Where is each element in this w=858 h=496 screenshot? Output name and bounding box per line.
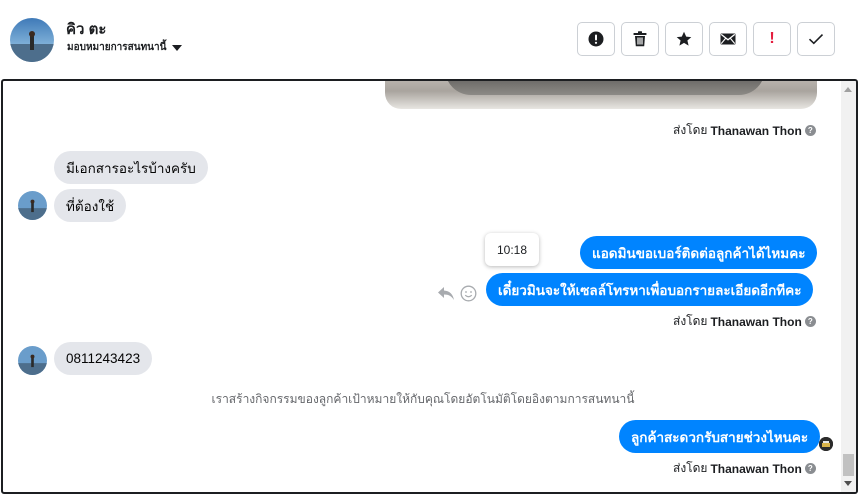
sent-by-label: ส่งโดย Thanawan Thon ?: [673, 459, 816, 478]
contact-avatar-small: [18, 191, 47, 220]
incoming-message[interactable]: ที่ต้องใช้: [54, 189, 127, 222]
outgoing-message[interactable]: เดี๋ยวมินจะให้เซลล์โทรหาเพื่อบอกรายละเอี…: [486, 273, 814, 306]
help-icon[interactable]: ?: [804, 125, 816, 136]
help-icon[interactable]: ?: [804, 463, 816, 474]
message-thread[interactable]: ส่งโดย Thanawan Thon ? มีเอกสารอะไรบ้างค…: [1, 79, 858, 494]
assign-conversation-label: มอบหมายการสนทนานี้: [67, 42, 167, 53]
envelope-icon: [720, 33, 736, 45]
contact-name: คิว ตะ: [66, 21, 107, 38]
star-button[interactable]: [665, 22, 703, 56]
outgoing-message[interactable]: ลูกค้าสะดวกรับสายช่วงไหนคะ: [619, 420, 821, 453]
help-icon[interactable]: ?: [804, 316, 816, 327]
image-attachment[interactable]: [385, 81, 817, 109]
thread-scrollbar[interactable]: [841, 81, 856, 492]
conversation-header: คิว ตะ มอบหมายการสนทนานี้ !: [0, 0, 858, 80]
trash-icon: [633, 31, 647, 47]
scroll-up-arrow-icon[interactable]: [844, 87, 852, 92]
spam-button[interactable]: [577, 22, 615, 56]
assign-conversation-dropdown[interactable]: มอบหมายการสนทนานี้: [67, 40, 183, 55]
agent-name: Thanawan Thon: [710, 123, 802, 138]
agent-name: Thanawan Thon: [710, 461, 802, 476]
contact-avatar-small: [18, 346, 47, 375]
caret-down-icon: [172, 44, 183, 51]
star-icon: [676, 31, 692, 46]
outgoing-message[interactable]: แอดมินขอเบอร์ติดต่อลูกค้าได้ไหมคะ: [580, 236, 818, 269]
incoming-message[interactable]: 0811243423: [54, 342, 153, 375]
follow-up-button[interactable]: !: [753, 22, 791, 56]
delete-button[interactable]: [621, 22, 659, 56]
scroll-down-arrow-icon[interactable]: [844, 481, 852, 486]
unread-button[interactable]: [709, 22, 747, 56]
agent-name: Thanawan Thon: [710, 314, 802, 329]
checkmark-icon: [808, 34, 824, 45]
done-button[interactable]: [797, 22, 835, 56]
scroll-thumb[interactable]: [843, 454, 854, 476]
emoji-react-icon[interactable]: [460, 285, 477, 302]
system-notice: เราสร้างกิจกรรมของลูกค้าเป้าหมายให้กับคุ…: [211, 392, 635, 406]
contact-avatar[interactable]: [10, 18, 54, 62]
exclamation-icon: !: [769, 30, 775, 47]
timestamp-tooltip: 10:18: [485, 233, 539, 266]
conversation-toolbar: !: [577, 22, 835, 56]
reply-icon[interactable]: [437, 285, 455, 301]
seen-avatar-icon: [819, 437, 833, 451]
exclamation-circle-icon: [588, 31, 604, 47]
sent-by-label: ส่งโดย Thanawan Thon ?: [673, 121, 816, 140]
incoming-message[interactable]: มีเอกสารอะไรบ้างครับ: [54, 151, 208, 184]
sent-by-label: ส่งโดย Thanawan Thon ?: [673, 312, 816, 331]
